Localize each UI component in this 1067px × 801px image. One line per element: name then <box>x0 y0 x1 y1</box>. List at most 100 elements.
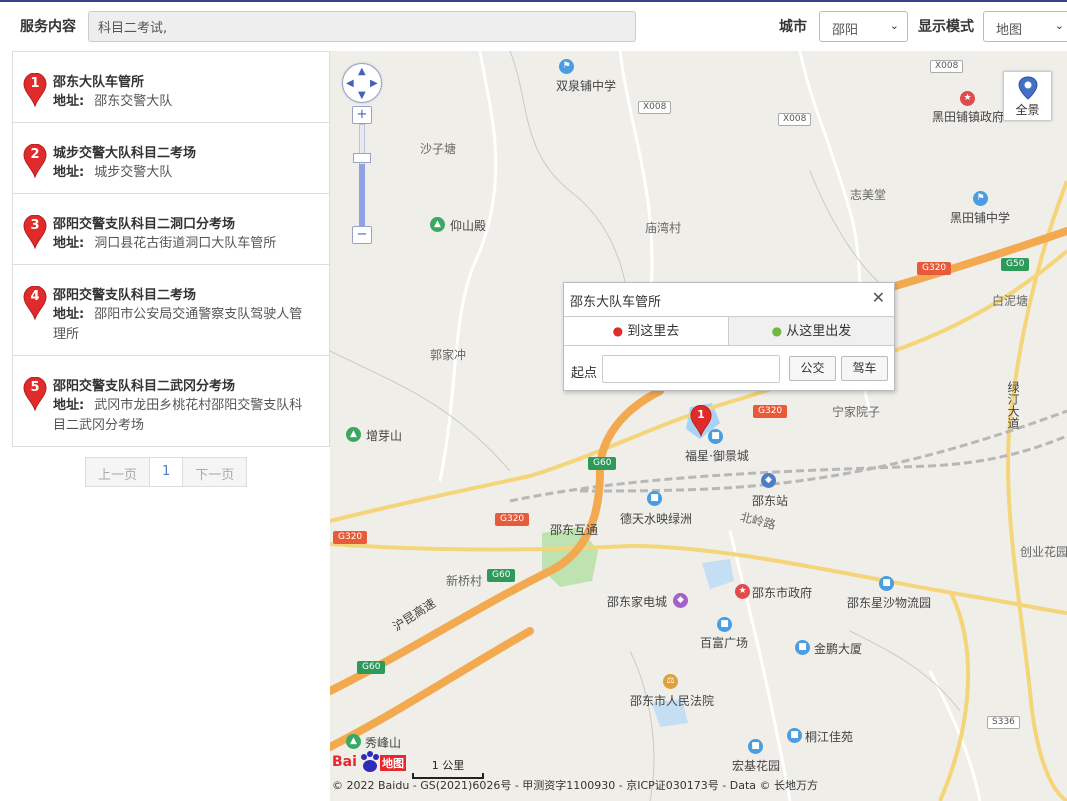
map-label: 增芽山 <box>366 429 403 443</box>
building-icon: ■ <box>795 640 810 655</box>
tab-to-here[interactable]: ● 到这里去 <box>564 317 728 345</box>
route-tabs: ● 到这里去 ● 从这里出发 <box>564 316 894 346</box>
map-label: 郭家冲 <box>430 348 467 362</box>
list-item[interactable]: 5 邵阳交警支队科目二武冈分考场 地址: 武冈市龙田乡桃花村邵阳交警支队科目二武冈… <box>13 356 329 447</box>
map-pin-icon: 3 <box>23 215 49 249</box>
info-window: 邵东大队车管所 ✕ ● 到这里去 ● 从这里出发 起点 公交 驾车 <box>563 282 895 391</box>
list-item[interactable]: 3 邵阳交警支队科目二洞口分考场 地址: 洞口县花古街道洞口大队车管所 <box>13 194 329 265</box>
item-title[interactable]: 邵阳交警支队科目二武冈分考场 <box>53 377 329 396</box>
tab-from-here[interactable]: ● 从这里出发 <box>728 317 894 345</box>
item-address: 地址: 邵阳市公安局交通警察支队驾驶人管理所 <box>53 307 303 342</box>
map-label: 仰山殿 <box>450 219 487 233</box>
scenic-icon: ▲ <box>430 217 445 232</box>
building-icon: ■ <box>717 617 732 632</box>
list-item[interactable]: 4 邵阳交警支队科目二考场 地址: 邵阳市公安局交通警察支队驾驶人管理所 <box>13 265 329 356</box>
zoom-control: + − <box>352 106 372 246</box>
court-icon: ⚖ <box>663 674 678 689</box>
item-title[interactable]: 邵东大队车管所 <box>53 73 329 92</box>
drive-route-button[interactable]: 驾车 <box>841 356 888 381</box>
map-label: 沙子塘 <box>420 142 457 156</box>
shopping-icon: ◆ <box>673 593 688 608</box>
start-label: 起点 <box>571 366 598 381</box>
city-label: 城市 <box>779 19 807 35</box>
scenic-icon: ▲ <box>346 427 361 442</box>
map-label: 志美堂 <box>850 188 887 202</box>
road-shield: X008 <box>638 101 672 114</box>
start-point-input[interactable] <box>602 355 780 383</box>
info-window-title: 邵东大队车管所 <box>570 295 662 310</box>
scenic-icon: ▲ <box>346 734 361 749</box>
pagination: 上一页 1 下一页 <box>85 457 248 487</box>
zoom-out-button[interactable]: − <box>352 226 372 244</box>
map-label: 金鹏大厦 <box>814 642 863 656</box>
next-page-button[interactable]: 下一页 <box>182 457 248 487</box>
panorama-button[interactable]: 全景 <box>1003 71 1052 121</box>
pan-down-icon[interactable]: ▼ <box>358 90 366 101</box>
map-label: 双泉铺中学 <box>556 79 617 93</box>
item-address: 地址: 洞口县花古街道洞口大队车管所 <box>53 236 277 251</box>
scale-label: 1 公里 <box>431 759 465 772</box>
list-item[interactable]: 2 城步交警大队科目二考场 地址: 城步交警大队 <box>13 123 329 194</box>
bus-route-button[interactable]: 公交 <box>789 356 836 381</box>
road-shield: G320 <box>333 531 368 544</box>
pan-left-icon[interactable]: ◀ <box>346 78 354 89</box>
close-icon[interactable]: ✕ <box>872 288 885 307</box>
map-canvas[interactable]: 双泉铺中学 ⚑ 黑田铺镇政府 ★ 沙子塘 志美堂 黑田铺中学 ⚑ 仰山殿 ▲ 庙… <box>330 51 1067 801</box>
item-title[interactable]: 邵阳交警支队科目二考场 <box>53 286 329 305</box>
pan-right-icon[interactable]: ▶ <box>370 78 378 89</box>
map-label: 庙湾村 <box>645 221 682 235</box>
map-label: 黑田铺镇政府 <box>932 110 1005 124</box>
map-label: 创业花园 <box>1020 545 1067 559</box>
road-shield: S336 <box>987 716 1020 729</box>
baidu-logo: Bai 地图 <box>332 751 408 773</box>
building-icon: ■ <box>647 491 662 506</box>
map-label: 秀峰山 <box>365 736 402 750</box>
map-label: 邵东市人民法院 <box>630 694 715 708</box>
search-input[interactable] <box>88 11 636 42</box>
map-label: 福星·御景城 <box>685 449 749 463</box>
mode-label: 显示模式 <box>918 19 974 35</box>
zoom-level-fill <box>359 164 365 232</box>
map-label: 白泥塘 <box>992 294 1029 308</box>
page-number-button[interactable]: 1 <box>149 457 184 487</box>
road-shield: X008 <box>930 60 964 73</box>
zoom-slider-handle[interactable] <box>353 153 371 163</box>
station-icon: ◆ <box>761 473 776 488</box>
result-list: 1 邵东大队车管所 地址: 邵东交警大队 2 城步交警大队科目二考场 地址: 城步交… <box>12 51 330 447</box>
road-shield: G320 <box>753 405 788 418</box>
school-icon: ⚑ <box>559 59 574 74</box>
map-pin-icon: 2 <box>23 144 49 178</box>
item-title[interactable]: 城步交警大队科目二考场 <box>53 144 329 163</box>
road-shield: G320 <box>917 262 952 275</box>
item-address: 地址: 邵东交警大队 <box>53 94 173 109</box>
mode-select-value: 地图 <box>996 23 1023 38</box>
chevron-down-icon: ⌄ <box>889 19 899 32</box>
pan-control[interactable]: ▲ ▼ ◀ ▶ <box>342 63 382 103</box>
building-icon: ■ <box>787 728 802 743</box>
panorama-pin-icon <box>1017 76 1038 100</box>
pan-up-icon[interactable]: ▲ <box>358 66 366 77</box>
city-select[interactable]: 邵阳 ⌄ <box>819 11 908 42</box>
item-title[interactable]: 邵阳交警支队科目二洞口分考场 <box>53 215 329 234</box>
prev-page-button[interactable]: 上一页 <box>85 457 151 487</box>
map-scale: 1 公里 <box>412 757 484 779</box>
city-select-value: 邵阳 <box>832 23 859 38</box>
pin-green-icon: ● <box>771 324 783 338</box>
chevron-down-icon: ⌄ <box>1054 19 1064 32</box>
list-item[interactable]: 1 邵东大队车管所 地址: 邵东交警大队 <box>13 52 329 123</box>
road-shield: G320 <box>495 513 530 526</box>
zoom-in-button[interactable]: + <box>352 106 372 124</box>
map-marker[interactable]: 1 <box>690 404 714 438</box>
school-icon: ⚑ <box>973 191 988 206</box>
mode-select[interactable]: 地图 ⌄ <box>983 11 1067 42</box>
road-shield: G50 <box>1001 258 1030 271</box>
service-label: 服务内容 <box>20 19 76 35</box>
panorama-label: 全景 <box>1015 103 1040 117</box>
road-label: 绿汀大道 <box>1006 381 1020 429</box>
copyright-text: © 2022 Baidu - GS(2021)6026号 - 甲测资字11009… <box>332 779 819 792</box>
road-shield: G60 <box>357 661 386 674</box>
map-label: 邵东家电城 <box>607 595 668 609</box>
item-address: 地址: 城步交警大队 <box>53 165 173 180</box>
map-label: 新桥村 <box>446 574 483 588</box>
map-label: 邵东星沙物流园 <box>847 596 932 610</box>
